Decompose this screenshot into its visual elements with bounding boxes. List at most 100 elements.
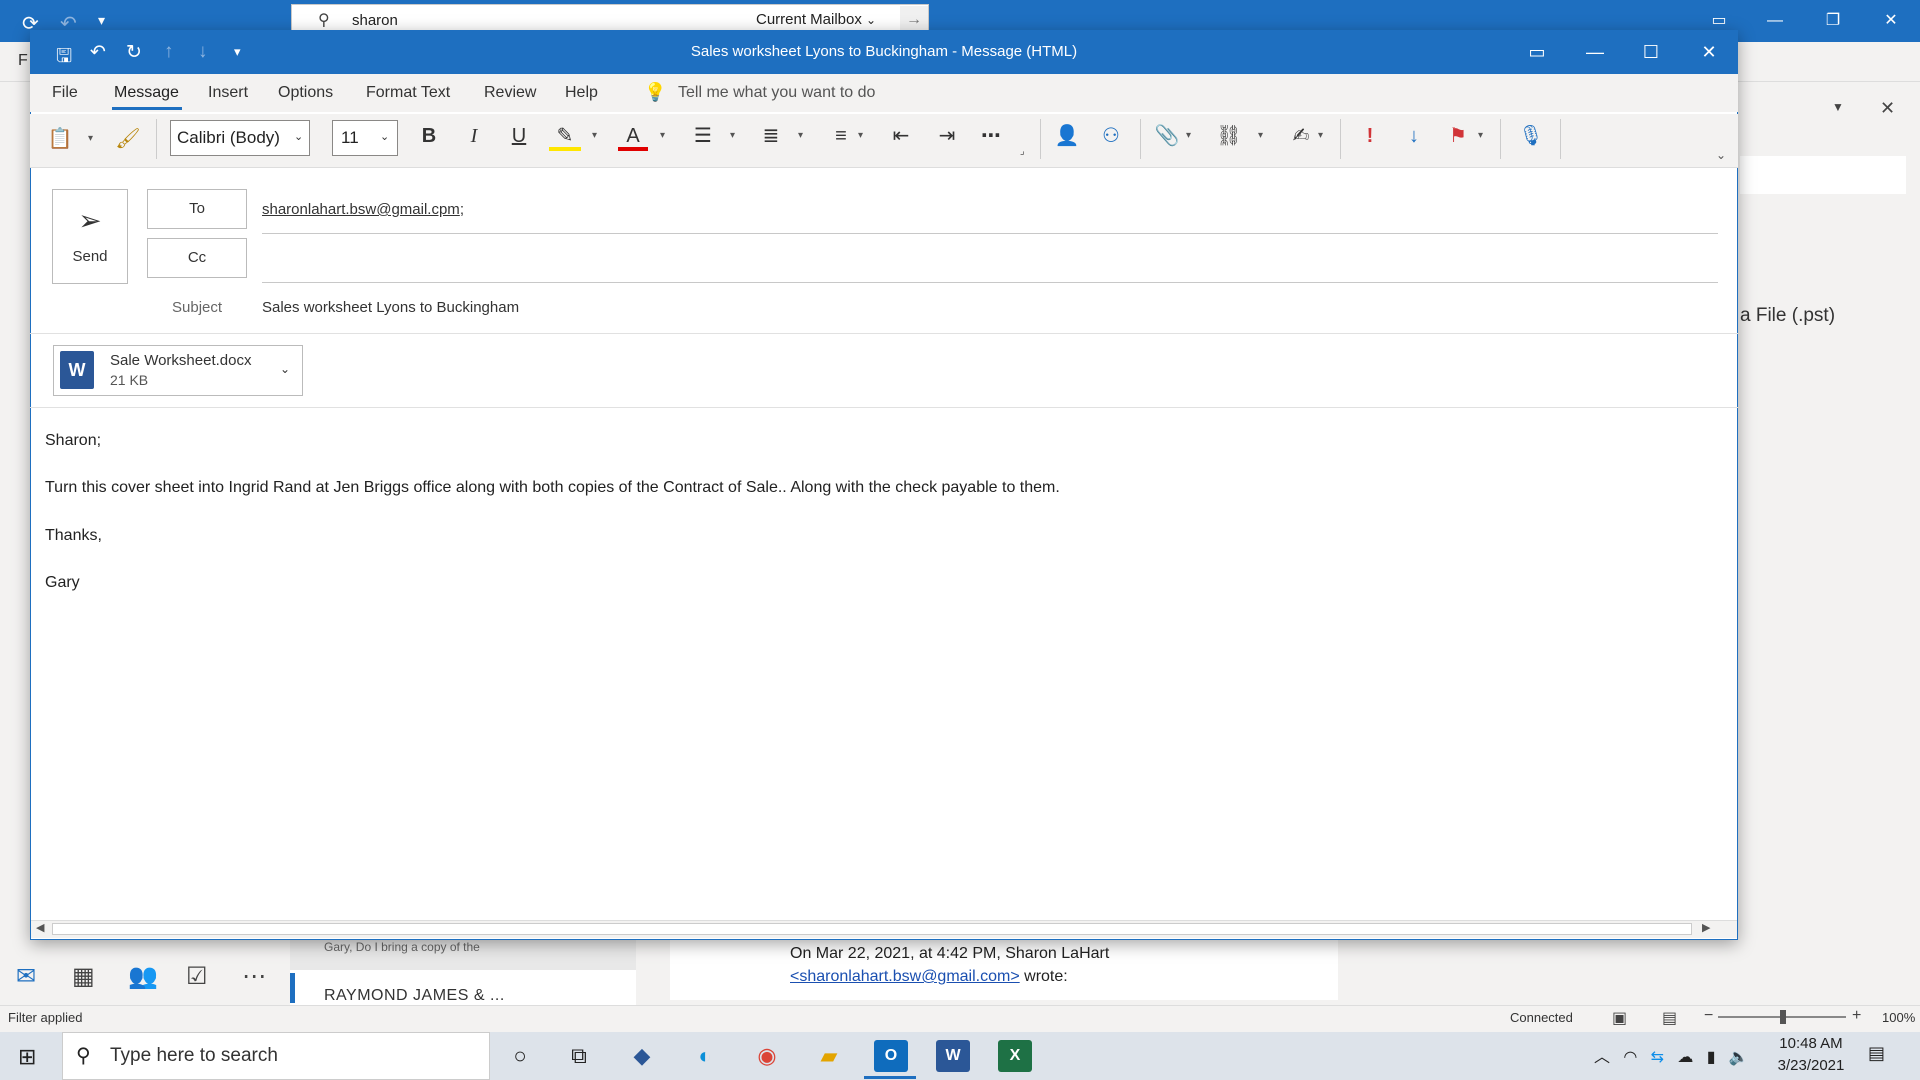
paste-dropdown-icon[interactable]: ▾: [88, 133, 93, 144]
task-view-icon[interactable]: ⧉: [562, 1040, 596, 1072]
to-field[interactable]: sharonlahart.bsw@gmail.cpm;: [262, 201, 464, 218]
format-painter-icon[interactable]: 🖌: [114, 124, 142, 154]
compose-maximize-button[interactable]: ☐: [1628, 39, 1674, 65]
low-importance-icon[interactable]: ↓: [1400, 121, 1428, 151]
ribbon-expand-icon[interactable]: ⌄: [1716, 148, 1726, 162]
zoom-level[interactable]: 100%: [1882, 1010, 1915, 1025]
calendar-icon[interactable]: ▦: [72, 962, 95, 991]
onedrive-icon[interactable]: ☁: [1677, 1049, 1693, 1066]
list-item-sender[interactable]: RAYMOND JAMES & ...: [324, 987, 505, 1005]
high-importance-icon[interactable]: !: [1356, 121, 1384, 151]
chrome-icon[interactable]: ◉: [750, 1040, 784, 1072]
compose-close-button[interactable]: ✕: [1686, 39, 1732, 65]
normal-view-icon[interactable]: ▣: [1612, 1008, 1627, 1028]
font-dialog-launcher-icon[interactable]: ⌟: [1020, 146, 1025, 157]
tab-message[interactable]: Message: [114, 84, 179, 102]
search-scope-dropdown[interactable]: Current Mailbox ⌄: [756, 11, 876, 28]
paste-icon[interactable]: 📋: [46, 124, 74, 154]
bullets-icon[interactable]: ☰: [688, 121, 718, 151]
underline-icon[interactable]: U: [504, 121, 534, 151]
outlook-taskbar-icon[interactable]: O: [874, 1040, 908, 1072]
next-item-icon[interactable]: ↓: [198, 41, 208, 63]
font-color-icon[interactable]: A: [618, 121, 648, 151]
redo-icon[interactable]: ↻: [126, 41, 142, 64]
search-input[interactable]: sharon: [352, 12, 398, 29]
volume-icon[interactable]: 🔈: [1729, 1049, 1749, 1066]
battery-icon[interactable]: ▮: [1707, 1049, 1716, 1066]
app-icon[interactable]: ◆: [625, 1040, 659, 1072]
link-dropdown-icon[interactable]: ▾: [1258, 130, 1263, 141]
teamviewer-icon[interactable]: ⇆: [1651, 1049, 1664, 1066]
word-taskbar-icon[interactable]: W: [936, 1040, 970, 1072]
more-apps-icon[interactable]: ⋯: [242, 962, 266, 991]
excel-taskbar-icon[interactable]: X: [998, 1040, 1032, 1072]
font-color-dropdown-icon[interactable]: ▾: [660, 130, 665, 141]
increase-indent-icon[interactable]: ⇥: [932, 121, 962, 151]
font-name-select[interactable]: Calibri (Body): [170, 120, 310, 156]
cc-field[interactable]: [262, 282, 1718, 283]
main-close-button[interactable]: ✕: [1868, 8, 1914, 34]
compose-minimize-button[interactable]: —: [1572, 39, 1618, 65]
tray-chevron-icon[interactable]: ︿: [1594, 1049, 1610, 1066]
address-book-icon[interactable]: 👤: [1052, 121, 1082, 151]
dictate-microphone-icon[interactable]: 🎙: [1516, 121, 1546, 151]
side-pane-input[interactable]: [1740, 156, 1906, 194]
file-explorer-icon[interactable]: ▰: [812, 1040, 846, 1072]
tell-me-search[interactable]: Tell me what you want to do: [678, 84, 875, 102]
signature-icon[interactable]: ✍: [1286, 121, 1316, 151]
previous-item-icon[interactable]: ↑: [164, 41, 174, 63]
zoom-out-button[interactable]: −: [1704, 1007, 1713, 1025]
zoom-in-button[interactable]: +: [1852, 1007, 1861, 1025]
tab-file[interactable]: File: [52, 84, 78, 102]
recipient-address[interactable]: sharonlahart.bsw@gmail.cpm: [262, 201, 460, 218]
bold-icon[interactable]: B: [414, 121, 444, 151]
cortana-icon[interactable]: ○: [503, 1040, 537, 1072]
qat-customize-icon[interactable]: ▾: [234, 44, 241, 60]
scroll-right-arrow-icon[interactable]: ▶: [1702, 921, 1710, 934]
edge-icon[interactable]: ◐: [688, 1040, 722, 1072]
notification-center-icon[interactable]: ▤: [1868, 1043, 1885, 1064]
attachment-chevron-down-icon[interactable]: ⌄: [280, 362, 290, 376]
check-names-icon[interactable]: ⚇: [1096, 121, 1126, 151]
windows-start-icon[interactable]: ⊞: [18, 1044, 36, 1070]
attach-dropdown-icon[interactable]: ▾: [1186, 130, 1191, 141]
tab-review[interactable]: Review: [484, 84, 536, 102]
align-icon[interactable]: ≡: [826, 121, 856, 151]
align-dropdown-icon[interactable]: ▾: [858, 130, 863, 141]
ribbon-display-options-icon[interactable]: ▭: [1514, 39, 1560, 65]
subject-input[interactable]: Sales worksheet Lyons to Buckingham: [262, 299, 519, 316]
tab-options[interactable]: Options: [278, 84, 333, 102]
side-pane-close-icon[interactable]: ✕: [1880, 98, 1895, 119]
font-name-chevron-icon[interactable]: ⌄: [294, 130, 303, 143]
wifi-icon[interactable]: ◠: [1623, 1049, 1637, 1066]
signature-dropdown-icon[interactable]: ▾: [1318, 130, 1323, 141]
side-pane-dropdown-icon[interactable]: ▼: [1832, 100, 1844, 114]
decrease-indent-icon[interactable]: ⇤: [886, 121, 916, 151]
main-file-tab[interactable]: F: [18, 52, 28, 70]
link-icon[interactable]: ⛓: [1214, 121, 1244, 151]
scrollbar-thumb[interactable]: [52, 923, 1692, 935]
font-size-chevron-icon[interactable]: ⌄: [380, 130, 389, 143]
mail-icon[interactable]: ✉: [16, 962, 36, 991]
to-button[interactable]: To: [147, 189, 247, 229]
italic-icon[interactable]: I: [459, 121, 489, 151]
highlight-dropdown-icon[interactable]: ▾: [592, 130, 597, 141]
bullets-dropdown-icon[interactable]: ▾: [730, 130, 735, 141]
follow-up-flag-icon[interactable]: ⚑: [1444, 121, 1472, 151]
tab-insert[interactable]: Insert: [208, 84, 248, 102]
zoom-slider-thumb[interactable]: [1780, 1010, 1786, 1024]
attach-file-icon[interactable]: 📎: [1152, 121, 1182, 151]
main-minimize-button[interactable]: —: [1752, 8, 1798, 34]
numbering-icon[interactable]: ≣: [756, 121, 786, 151]
people-icon[interactable]: 👥: [128, 962, 158, 991]
tab-help[interactable]: Help: [565, 84, 598, 102]
taskbar-date[interactable]: 3/23/2021: [1776, 1057, 1846, 1074]
cc-button[interactable]: Cc: [147, 238, 247, 278]
main-restore-button[interactable]: ❐: [1810, 8, 1856, 34]
numbering-dropdown-icon[interactable]: ▾: [798, 130, 803, 141]
save-icon[interactable]: 🖫: [56, 42, 72, 74]
system-tray[interactable]: ︿ ◠ ⇆ ☁ ▮ 🔈: [1594, 1043, 1749, 1067]
more-options-icon[interactable]: ⋯: [976, 121, 1006, 151]
flag-dropdown-icon[interactable]: ▾: [1478, 130, 1483, 141]
reading-pane-email-link[interactable]: <sharonlahart.bsw@gmail.com>: [790, 968, 1020, 985]
